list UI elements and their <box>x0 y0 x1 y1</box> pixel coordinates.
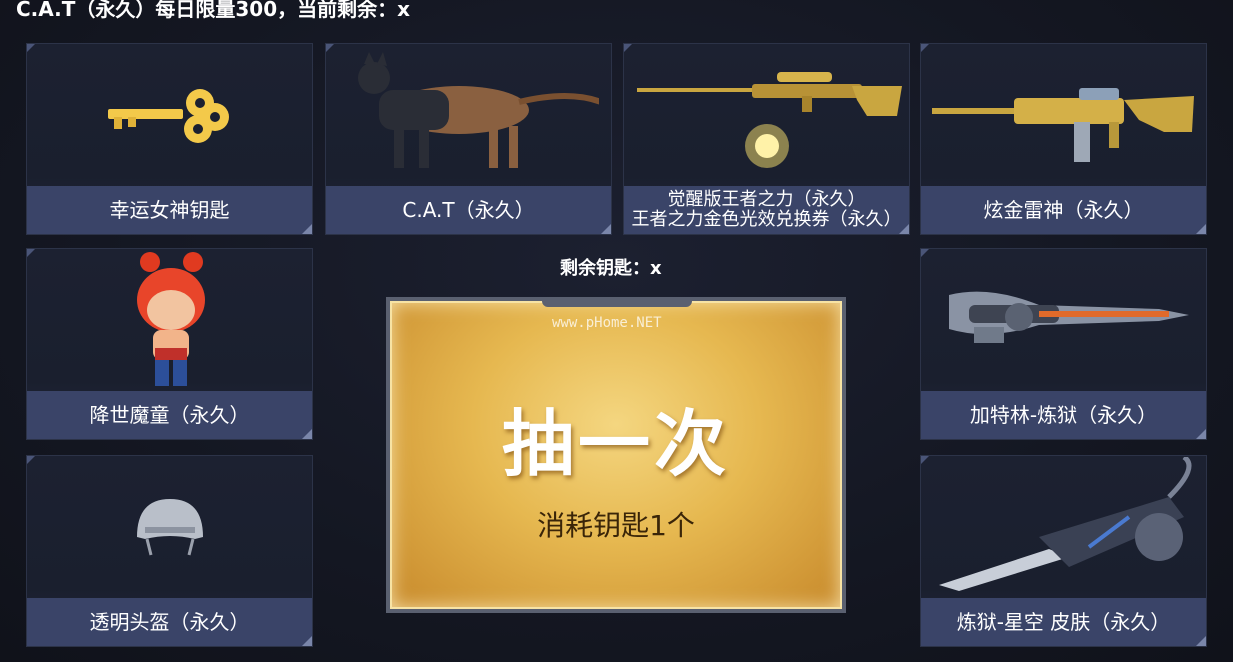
helmet-icon <box>27 456 312 598</box>
prize-card-transparent-helmet: 透明头盔（永久） <box>26 455 313 647</box>
card-label: 降世魔童（永久） <box>27 391 312 439</box>
prize-card-cat: C.A.T（永久） <box>325 43 612 235</box>
card-label: 炼狱-星空 皮肤（永久） <box>921 598 1206 646</box>
gatling-skin-icon <box>921 456 1206 598</box>
prize-card-lucky-key: 幸运女神钥匙 <box>26 43 313 235</box>
remaining-keys-text: 剩余钥匙：x <box>560 258 662 279</box>
draw-button-subtitle: 消耗钥匙1个 <box>537 509 695 542</box>
card-label-line2: 王者之力金色光效兑换券（永久） <box>631 209 902 230</box>
assault-rifle-icon <box>921 44 1206 186</box>
card-label: 炫金雷神（永久） <box>921 186 1206 234</box>
prize-card-gold-thunder: 炫金雷神（永久） <box>920 43 1207 235</box>
page-header: C.A.T（永久）每日限量300，当前剩余：x <box>16 0 411 21</box>
prize-card-inferno-starry-skin: 炼狱-星空 皮肤（永久） <box>920 455 1207 647</box>
sniper-rifle-icon <box>624 44 909 186</box>
card-label: 透明头盔（永久） <box>27 598 312 646</box>
prize-card-gatling-inferno: 加特林-炼狱（永久） <box>920 248 1207 440</box>
gatling-icon <box>921 249 1206 391</box>
card-label: C.A.T（永久） <box>326 186 611 234</box>
draw-button-title: 抽一次 <box>501 402 730 486</box>
draw-button-tab <box>542 297 692 307</box>
card-label: 幸运女神钥匙 <box>27 186 312 234</box>
watermark-text: www.pHome.NET <box>552 315 662 331</box>
prize-card-king-power: 觉醒版王者之力（永久） 王者之力金色光效兑换券（永久） <box>623 43 910 235</box>
card-label: 加特林-炼狱（永久） <box>921 391 1206 439</box>
prize-card-demon-child: 降世魔童（永久） <box>26 248 313 440</box>
draw-button-face[interactable]: www.pHome.NET 抽一次 消耗钥匙1个 <box>390 297 842 609</box>
character-icon <box>27 249 312 391</box>
draw-once-button[interactable]: www.pHome.NET 抽一次 消耗钥匙1个 <box>386 297 846 613</box>
card-label-line1: 觉醒版王者之力（永久） <box>667 189 866 210</box>
key-icon <box>27 44 312 186</box>
cat-icon <box>326 44 611 186</box>
card-label: 觉醒版王者之力（永久） 王者之力金色光效兑换券（永久） <box>624 186 909 234</box>
